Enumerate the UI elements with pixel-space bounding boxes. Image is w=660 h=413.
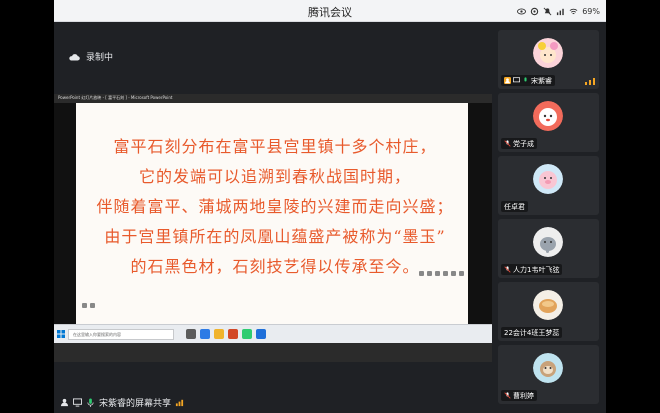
participant-name-tag: 曹利婷: [501, 390, 537, 401]
mute-bell-icon[interactable]: [543, 7, 552, 16]
participant-name-tag: 人力1韦叶飞弦: [501, 264, 563, 275]
bottom-bar: 宋紫睿的屏幕共享: [54, 390, 492, 413]
wechat-icon[interactable]: [242, 329, 252, 339]
cloud-icon: [69, 53, 80, 61]
zoom-icon[interactable]: [451, 271, 456, 276]
slide-border-right: [468, 103, 492, 329]
participant-name-tag: 党子成: [501, 138, 537, 149]
participant-tile[interactable]: 任卓君: [498, 156, 599, 215]
slide-toolbar: [419, 271, 464, 276]
cartoon-dog-avatar: [533, 101, 563, 131]
slide: 富平石刻分布在富平县宫里镇十多个村庄， 它的发端可以追溯到春秋战国时期， 伴随着…: [76, 103, 468, 329]
next-icon[interactable]: [427, 271, 432, 276]
mic-muted-icon: [504, 392, 511, 399]
tencent-meeting-icon[interactable]: [256, 329, 266, 339]
screen-share-icon: [73, 398, 82, 407]
edge-icon[interactable]: [200, 329, 210, 339]
settings-icon[interactable]: [530, 7, 539, 16]
elephant-avatar: [533, 227, 563, 257]
slide-bottom-controls: [82, 303, 95, 308]
eye-icon[interactable]: [517, 7, 527, 16]
signal-icon: [557, 8, 564, 15]
windows-start-icon[interactable]: [57, 330, 65, 338]
recording-indicator: 录制中: [68, 50, 113, 63]
mic-icon: [87, 398, 94, 407]
forward-icon[interactable]: [90, 303, 95, 308]
signal-strength-icon: [175, 399, 184, 407]
participant-tile[interactable]: 党子成: [498, 93, 599, 152]
wifi-icon: [569, 8, 578, 14]
grid-icon[interactable]: [443, 271, 448, 276]
participant-name-tag: 任卓君: [501, 201, 528, 212]
signal-strength-icon: [585, 78, 595, 85]
slide-line-5: 的石黑色材，石刻技艺得以传承至今。: [130, 257, 420, 276]
windows-taskbar: 在这里输入你要搜索的内容: [54, 324, 492, 343]
mic-muted-icon: [504, 266, 511, 273]
slide-line-3: 伴随着富平、蒲城两地皇陵的兴建而走向兴盛；: [96, 197, 454, 216]
more-icon[interactable]: [459, 271, 464, 276]
prev-icon[interactable]: [419, 271, 424, 276]
slide-line-4: 由于宫里镇所在的凤凰山蕴盛产被称为“墨玉”: [104, 227, 446, 246]
powerpoint-icon[interactable]: [228, 329, 238, 339]
mic-icon: [524, 77, 527, 82]
participant-name: 人力1韦叶飞弦: [513, 265, 560, 274]
task-view-icon[interactable]: [186, 329, 196, 339]
explorer-icon[interactable]: [214, 329, 224, 339]
meeting-app: 腾讯会议 69% 录制中 PowerPoint 幻灯片放映 - [ 富平石刻 ]…: [54, 0, 606, 413]
bread-avatar: [533, 290, 563, 320]
participant-name-tag: 宋紫睿: [501, 75, 555, 86]
slide-line-2: 它的发端可以追溯到春秋战国时期，: [138, 167, 411, 186]
recording-label: 录制中: [86, 53, 114, 63]
slide-line-1: 富平石刻分布在富平县宫里镇十多个村庄，: [113, 137, 437, 156]
participant-name-tag: 22会计4班王梦蕊: [501, 327, 563, 338]
pink-pig-avatar: [533, 164, 563, 194]
mic-muted-icon: [504, 140, 511, 147]
participant-tile[interactable]: 曹利婷: [498, 345, 599, 404]
participant-tile[interactable]: 22会计4班王梦蕊: [498, 282, 599, 341]
participant-name: 宋紫睿: [531, 76, 552, 85]
pen-icon[interactable]: [435, 271, 440, 276]
participant-name: 22会计4班王梦蕊: [504, 328, 560, 337]
ppt-window-title: PowerPoint 幻灯片放映 - [ 富平石刻 ] - Microsoft …: [58, 95, 173, 100]
participant-tile[interactable]: 宋紫睿: [498, 30, 599, 89]
participant-panel: 宋紫睿 党子成 任卓君 人力1韦叶飞弦 22会计4班王梦蕊 曹利婷: [492, 22, 606, 413]
screen-share-label[interactable]: 宋紫睿的屏幕共享: [60, 396, 184, 409]
main-stage: 录制中 PowerPoint 幻灯片放映 - [ 富平石刻 ] - Micros…: [54, 22, 492, 413]
participant-tile[interactable]: 人力1韦叶飞弦: [498, 219, 599, 278]
shared-screen[interactable]: PowerPoint 幻灯片放映 - [ 富平石刻 ] - Microsoft …: [54, 94, 492, 362]
participant-name: 曹利婷: [513, 391, 534, 400]
user-icon: [504, 77, 511, 84]
slide-border-left: [54, 103, 76, 329]
girl-flower-avatar: [533, 38, 563, 68]
status-area: 69%: [517, 4, 600, 18]
screen-share-icon: [513, 77, 520, 83]
back-icon[interactable]: [82, 303, 87, 308]
share-label-text: 宋紫睿的屏幕共享: [99, 399, 172, 409]
taskbar-search-input[interactable]: 在这里输入你要搜索的内容: [68, 329, 174, 340]
sloth-avatar: [533, 353, 563, 383]
title-bar: 腾讯会议 69%: [54, 0, 606, 22]
participant-name: 任卓君: [504, 202, 525, 211]
battery-level: 69%: [582, 6, 600, 16]
participant-name: 党子成: [513, 139, 534, 148]
user-icon: [60, 398, 69, 407]
